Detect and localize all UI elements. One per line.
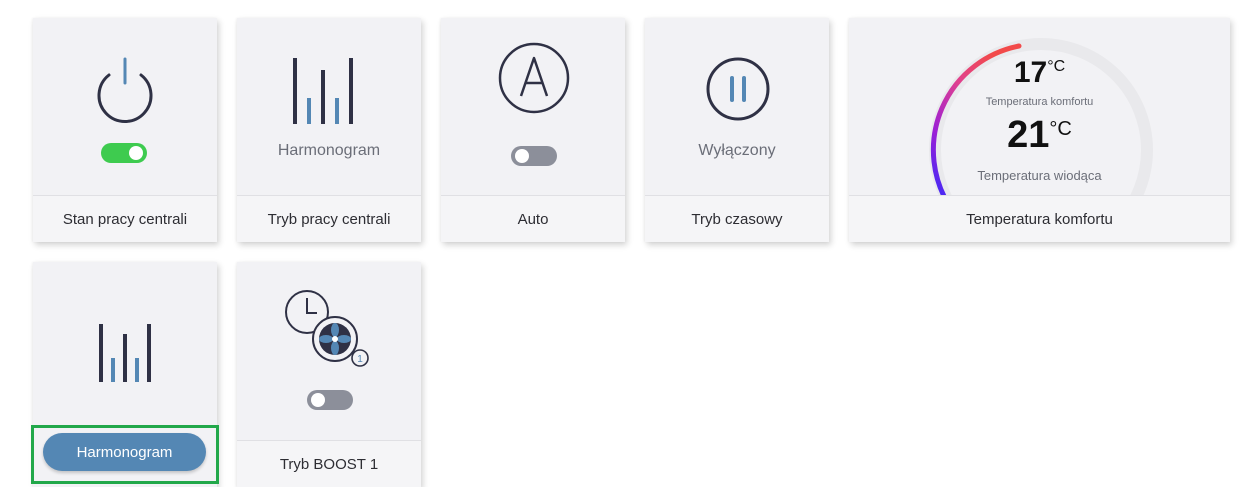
timer-value: Wyłączony xyxy=(698,142,776,159)
timer-tile[interactable]: Wyłączony Tryb czasowy xyxy=(645,18,829,242)
mode-value: Harmonogram xyxy=(277,142,381,159)
auto-tile[interactable]: Auto xyxy=(441,18,625,242)
boost-tile[interactable]: 1 Tryb BOOST 1 xyxy=(237,262,421,487)
lead-temp-caption: Temperatura wiodąca xyxy=(977,168,1102,183)
power-tile-label: Stan pracy centrali xyxy=(33,195,217,242)
lead-temp: 21°C xyxy=(1007,114,1072,156)
schedule-bars-icon xyxy=(99,324,151,382)
temperature-tile[interactable]: 17°C Temperatura komfortu 21°C Temperatu… xyxy=(849,18,1230,242)
schedule-bars-icon xyxy=(293,58,353,124)
auto-toggle[interactable] xyxy=(511,146,557,166)
mode-tile-label: Tryb pracy centrali xyxy=(237,195,421,242)
power-toggle[interactable] xyxy=(101,143,147,163)
timer-tile-label: Tryb czasowy xyxy=(645,195,829,242)
svg-text:1: 1 xyxy=(357,354,363,365)
comfort-temp: 17°C xyxy=(1013,56,1066,89)
mode-tile[interactable]: Harmonogram Tryb pracy centrali xyxy=(237,18,421,242)
auto-tile-label: Auto xyxy=(441,195,625,242)
power-icon xyxy=(97,57,153,123)
comfort-temp-caption: Temperatura komfortu xyxy=(985,96,1094,108)
schedule-button[interactable]: Harmonogram xyxy=(43,433,206,471)
clock-fan-icon: 1 xyxy=(285,290,369,367)
boost-toggle[interactable] xyxy=(307,390,353,410)
pause-icon xyxy=(706,57,770,121)
auto-a-icon xyxy=(498,42,570,114)
temperature-tile-label: Temperatura komfortu xyxy=(849,195,1230,242)
power-tile[interactable]: Stan pracy centrali xyxy=(33,18,217,242)
boost-tile-label: Tryb BOOST 1 xyxy=(237,440,421,487)
